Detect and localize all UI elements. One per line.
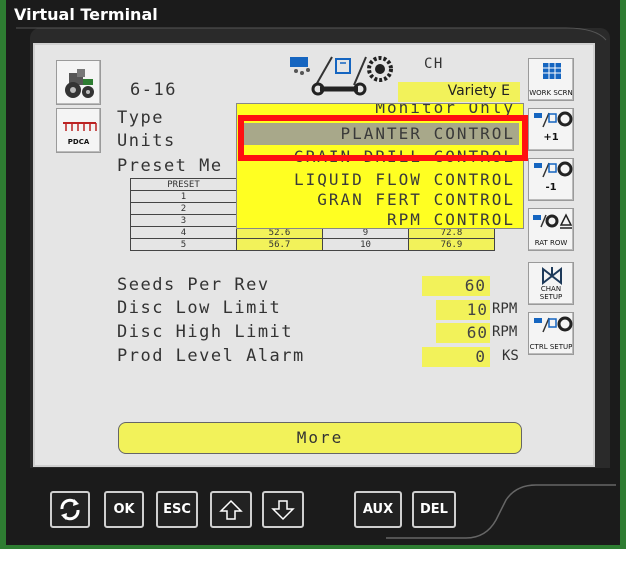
- disc-low-limit-field[interactable]: 10: [436, 300, 490, 320]
- grid-screen-icon: [543, 63, 561, 79]
- channel-setup-key[interactable]: CHAN SETUP: [528, 262, 574, 305]
- prod-level-alarm-field[interactable]: 0: [422, 347, 490, 367]
- seed-plus-one-key[interactable]: +1: [528, 108, 574, 151]
- del-button[interactable]: DEL: [412, 491, 456, 528]
- disc-high-limit-unit: RPM: [492, 324, 518, 340]
- preset-header: PRESET: [130, 178, 237, 191]
- preset-number: 3: [130, 214, 237, 227]
- table-row[interactable]: 5 56.7 10 76.9: [130, 238, 495, 251]
- prod-level-alarm-label: Prod Level Alarm: [117, 346, 305, 366]
- type-label: Type: [117, 108, 164, 128]
- dropdown-item-gran-fert-control[interactable]: GRAN FERT CONTROL: [317, 190, 515, 209]
- units-label: Units: [117, 131, 176, 151]
- rate-row-icon: [533, 213, 573, 229]
- seed-meter-icon: [534, 161, 573, 178]
- seeds-per-rev-label: Seeds Per Rev: [117, 275, 270, 295]
- variety-field[interactable]: Variety E: [398, 82, 520, 102]
- seed-meter-icon: [534, 111, 573, 128]
- tractor-icon: [65, 69, 94, 98]
- disc-high-limit-value: 60: [466, 323, 488, 342]
- annotation-highlight-box: [238, 115, 528, 161]
- preset-label: Preset Me: [117, 156, 223, 176]
- tractor-key[interactable]: [56, 60, 101, 105]
- disc-low-limit-label: Disc Low Limit: [117, 298, 282, 318]
- control-setup-key[interactable]: CTRL SETUP: [528, 312, 574, 355]
- refresh-icon: [60, 498, 80, 521]
- dropdown-item-liquid-flow-control[interactable]: LIQUID FLOW CONTROL: [294, 170, 515, 189]
- work-screen-key[interactable]: WORK SCRN: [528, 58, 574, 101]
- esc-button[interactable]: ESC: [156, 491, 198, 528]
- preset-number: 4: [130, 226, 237, 239]
- disc-high-limit-field[interactable]: 60: [436, 323, 490, 343]
- preset-cell[interactable]: 10: [322, 238, 409, 251]
- disc-low-limit-value: 10: [466, 300, 488, 319]
- disc-low-limit-unit: RPM: [492, 301, 518, 317]
- dropdown-item-rpm-control[interactable]: RPM CONTROL: [387, 210, 515, 228]
- variety-value: Variety E: [447, 83, 510, 99]
- channel-label: CH: [424, 56, 444, 72]
- refresh-button[interactable]: [50, 491, 90, 528]
- arrow-up-icon: [219, 499, 243, 520]
- preset-cell[interactable]: 76.9: [408, 238, 495, 251]
- seed-meter-header-icon: [290, 56, 393, 96]
- rate-row-key[interactable]: RAT ROW: [528, 208, 574, 251]
- frame-border-bottom: [0, 545, 626, 549]
- pdca-key[interactable]: PDCA: [56, 108, 101, 153]
- screen-code: 6-16: [130, 80, 177, 100]
- aux-button[interactable]: AUX: [354, 491, 402, 528]
- seeds-per-rev-field[interactable]: 60: [422, 276, 490, 296]
- work-screen-key-label: WORK SCRN: [529, 89, 573, 97]
- preset-number: 2: [130, 202, 237, 215]
- frame-border-right: [620, 0, 626, 548]
- ok-button[interactable]: OK: [104, 491, 144, 528]
- prod-level-alarm-unit: KS: [502, 348, 519, 364]
- seed-plus-one-label: +1: [543, 132, 559, 143]
- rate-row-key-label: RAT ROW: [534, 239, 568, 247]
- preset-number: 5: [130, 238, 237, 251]
- preset-cell[interactable]: 56.7: [236, 238, 323, 251]
- planter-icon: [63, 122, 97, 131]
- scroll-up-button[interactable]: [210, 491, 252, 528]
- control-setup-key-label: CTRL SETUP: [529, 343, 573, 351]
- scroll-down-button[interactable]: [262, 491, 304, 528]
- channel-setup-key-label: CHAN SETUP: [539, 285, 563, 301]
- disc-high-limit-label: Disc High Limit: [117, 322, 294, 342]
- pdca-key-label: PDCA: [67, 138, 90, 146]
- seed-minus-one-key[interactable]: -1: [528, 158, 574, 201]
- arrow-down-icon: [271, 500, 295, 521]
- more-button[interactable]: More: [118, 422, 522, 454]
- control-setup-icon: [534, 316, 573, 333]
- seeds-per-rev-value: 60: [464, 276, 486, 295]
- prod-level-alarm-value: 0: [475, 347, 486, 366]
- preset-number: 1: [130, 190, 237, 203]
- seed-minus-one-label: -1: [545, 182, 557, 193]
